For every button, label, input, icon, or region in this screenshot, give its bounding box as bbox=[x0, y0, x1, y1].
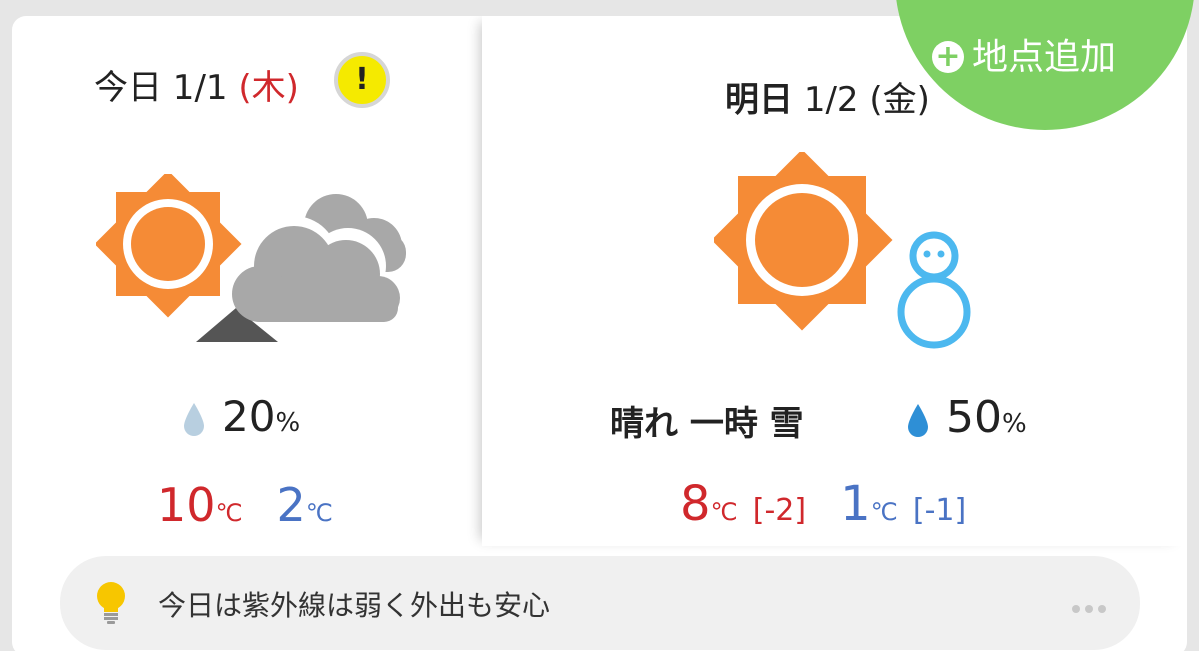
raindrop-icon bbox=[184, 403, 204, 436]
today-rain-value: 20 bbox=[222, 392, 276, 441]
alert-badge-icon[interactable]: ! bbox=[334, 52, 390, 108]
sun-with-snowman-icon bbox=[714, 152, 972, 350]
tip-text: 今日は紫外線は弱く外出も安心 bbox=[158, 589, 551, 622]
today-date-label: 今日 1/1 bbox=[94, 68, 228, 108]
today-date: 今日 1/1 (木) bbox=[94, 60, 299, 109]
today-rain-chance: 20% bbox=[182, 392, 300, 441]
tomorrow-low-temp: 1℃ [-1] bbox=[840, 476, 967, 532]
tomorrow-rain-value: 50 bbox=[946, 392, 1002, 443]
weather-widget: 今日 1/1 (木) ! 20% 10℃ 2℃ 明日 1/2 (金) 晴れ 一時… bbox=[0, 0, 1199, 651]
tomorrow-condition: 晴れ 一時 雪 bbox=[610, 404, 804, 444]
tomorrow-temperatures: 8℃ [-2] 1℃ [-1] bbox=[680, 476, 966, 532]
today-weekday: (木) bbox=[238, 68, 299, 108]
tomorrow-date: 明日 1/2 (金) bbox=[725, 72, 930, 121]
plus-circle-icon: + bbox=[932, 41, 964, 73]
today-rain-unit: % bbox=[275, 408, 301, 438]
raindrop-icon bbox=[908, 404, 928, 437]
tomorrow-day-label: 明日 bbox=[725, 80, 793, 120]
today-low-temp: 2℃ bbox=[276, 478, 333, 532]
tomorrow-rain-chance: 50% bbox=[906, 392, 1027, 443]
more-dots-icon[interactable] bbox=[1067, 598, 1106, 617]
today-high-temp: 10℃ bbox=[157, 478, 243, 532]
tomorrow-low-diff: [-1] bbox=[912, 493, 967, 528]
tomorrow-high-diff: [-2] bbox=[752, 493, 807, 528]
tomorrow-rain-unit: % bbox=[1002, 409, 1027, 439]
today-temperatures: 10℃ 2℃ bbox=[157, 478, 333, 532]
today-forecast[interactable]: 今日 1/1 (木) ! 20% 10℃ 2℃ bbox=[12, 16, 482, 546]
tip-bar[interactable]: 今日は紫外線は弱く外出も安心 bbox=[60, 556, 1140, 650]
add-location-text: 地点追加 bbox=[972, 37, 1117, 78]
tomorrow-date-label: 1/2 (金) bbox=[803, 80, 930, 120]
add-location-label[interactable]: + 地点追加 bbox=[932, 28, 1116, 80]
tomorrow-high-temp: 8℃ [-2] bbox=[680, 476, 807, 532]
lightbulb-icon bbox=[97, 582, 125, 624]
sun-then-cloudy-icon bbox=[96, 174, 406, 342]
